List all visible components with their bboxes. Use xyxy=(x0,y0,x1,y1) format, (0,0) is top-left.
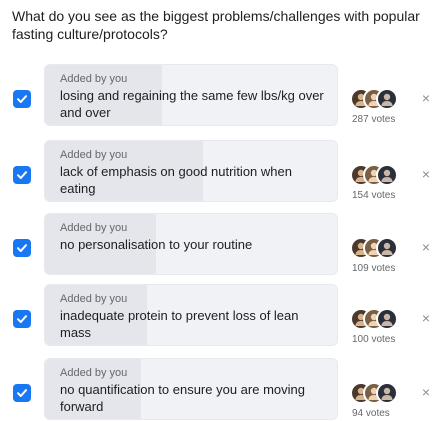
checkbox[interactable] xyxy=(13,166,31,184)
option-text: no quantification to ensure you are movi… xyxy=(60,382,305,414)
option-text: losing and regaining the same few lbs/kg… xyxy=(60,88,324,120)
voter-avatars[interactable] xyxy=(350,308,414,332)
voter-avatars[interactable] xyxy=(350,382,414,406)
avatar-icon xyxy=(376,308,398,330)
remove-option-button[interactable]: × xyxy=(419,385,433,399)
remove-option-button[interactable]: × xyxy=(419,167,433,181)
poll-option-4: Added by you inadequate protein to preve… xyxy=(0,284,446,354)
checkmark-icon xyxy=(17,315,27,323)
option-text: inadequate protein to prevent loss of le… xyxy=(60,308,299,340)
remove-option-button[interactable]: × xyxy=(419,240,433,254)
added-by-label: Added by you xyxy=(60,222,128,234)
option-box[interactable]: Added by you inadequate protein to preve… xyxy=(44,284,338,346)
checkbox[interactable] xyxy=(13,239,31,257)
checkbox[interactable] xyxy=(13,310,31,328)
poll-option-2: Added by you lack of emphasis on good nu… xyxy=(0,140,446,210)
avatar-icon xyxy=(376,382,398,404)
vote-count[interactable]: 100 votes xyxy=(352,334,395,346)
checkmark-icon xyxy=(17,95,27,103)
option-text: no personalisation to your routine xyxy=(60,237,253,252)
checkmark-icon xyxy=(17,389,27,397)
poll-question: What do you see as the biggest problems/… xyxy=(12,8,420,42)
voter-avatars[interactable] xyxy=(350,164,414,188)
poll-option-1: Added by you losing and regaining the sa… xyxy=(0,64,446,134)
voter-avatars[interactable] xyxy=(350,237,414,261)
poll-option-5: Added by you no quantification to ensure… xyxy=(0,358,446,421)
avatar-icon xyxy=(376,88,398,110)
checkmark-icon xyxy=(17,171,27,179)
voter-avatars[interactable] xyxy=(350,88,414,112)
vote-count[interactable]: 154 votes xyxy=(352,190,395,202)
added-by-label: Added by you xyxy=(60,149,128,161)
checkmark-icon xyxy=(17,244,27,252)
added-by-label: Added by you xyxy=(60,73,128,85)
remove-option-button[interactable]: × xyxy=(419,311,433,325)
option-box[interactable]: Added by you lack of emphasis on good nu… xyxy=(44,140,338,202)
added-by-label: Added by you xyxy=(60,367,128,379)
remove-option-button[interactable]: × xyxy=(419,91,433,105)
poll-option-3: Added by you no personalisation to your … xyxy=(0,213,446,283)
option-box[interactable]: Added by you no personalisation to your … xyxy=(44,213,338,275)
vote-count[interactable]: 94 votes xyxy=(352,408,390,420)
poll-card: What do you see as the biggest problems/… xyxy=(0,0,446,421)
option-text: lack of emphasis on good nutrition when … xyxy=(60,164,292,196)
avatar-icon xyxy=(376,237,398,259)
checkbox[interactable] xyxy=(13,90,31,108)
option-box[interactable]: Added by you losing and regaining the sa… xyxy=(44,64,338,126)
checkbox[interactable] xyxy=(13,384,31,402)
option-box[interactable]: Added by you no quantification to ensure… xyxy=(44,358,338,420)
avatar-icon xyxy=(376,164,398,186)
added-by-label: Added by you xyxy=(60,293,128,305)
vote-count[interactable]: 109 votes xyxy=(352,263,395,275)
vote-count[interactable]: 287 votes xyxy=(352,114,395,126)
